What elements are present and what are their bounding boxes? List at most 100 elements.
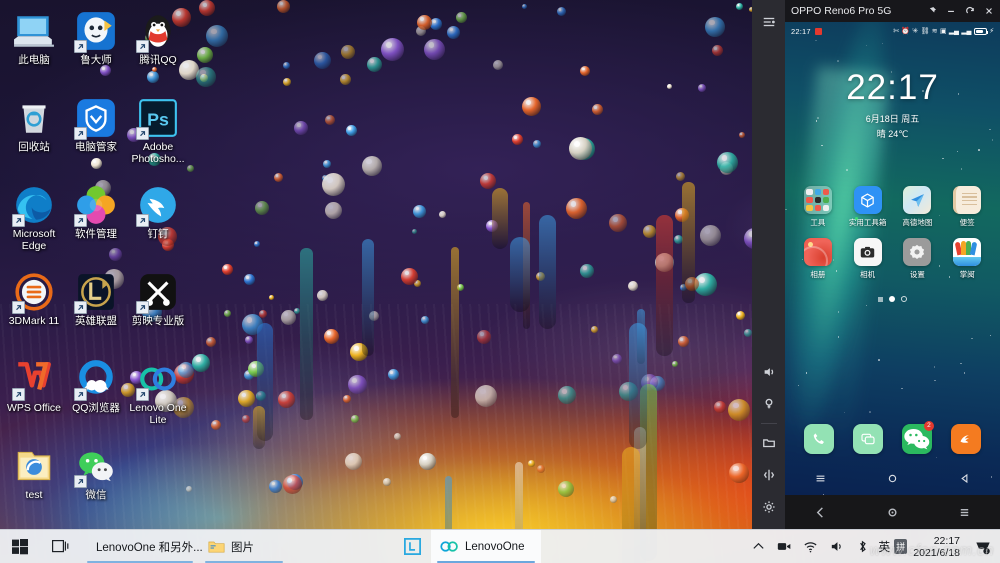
close-button[interactable] [979, 2, 998, 20]
shortcut-arrow-icon [136, 301, 149, 314]
folder-icon[interactable] [756, 430, 782, 456]
task-view-button[interactable] [40, 530, 81, 563]
start-button[interactable] [0, 530, 40, 563]
taskbar-edge[interactable]: LenovoOne 和另外... [81, 530, 199, 563]
desktop-icon-ludashi[interactable]: 鲁大师 [65, 10, 127, 67]
taskbar-clock[interactable]: 22:17 2021/6/18 [909, 535, 968, 559]
settings-icon[interactable] [756, 494, 782, 520]
vpn-icon: ⛓ [921, 27, 930, 35]
tray-wifi-icon[interactable] [798, 530, 822, 563]
desktop-icon-jianying-pro[interactable]: 剪映专业版 [127, 271, 189, 328]
tray-camera-icon[interactable] [772, 530, 796, 563]
desktop-icon-recycle-bin[interactable]: 回收站 [3, 97, 65, 154]
taskbar-clock-date: 2021/6/18 [913, 547, 960, 559]
app-settings[interactable]: 设置 [893, 238, 943, 280]
3dmark-11-icon [13, 271, 55, 313]
shortcut-arrow-icon [136, 388, 149, 401]
page-dot[interactable] [878, 297, 883, 302]
tray-volume-icon[interactable] [824, 530, 848, 563]
desktop-icon-test-folder[interactable]: test [3, 445, 65, 502]
restore-button[interactable] [960, 2, 979, 20]
shortcut-arrow-icon [74, 40, 87, 53]
desktop-icon-this-pc[interactable]: 此电脑 [3, 10, 65, 67]
android-recents-button[interactable] [815, 473, 826, 487]
desktop-icon-lenovo-one-lite[interactable]: Lenovo One Lite [127, 358, 189, 426]
shortcut-arrow-icon [74, 301, 87, 314]
lenovo-l-icon [404, 538, 421, 555]
ime-mode-badge[interactable]: 拼 [894, 539, 907, 554]
app-camera-icon [854, 238, 882, 266]
desktop-icon-wechat[interactable]: 微信 [65, 445, 127, 502]
app-label: 实用工具箱 [843, 217, 893, 228]
phone-page-indicator [785, 296, 1000, 302]
android-home-button[interactable] [887, 473, 898, 487]
desktop-icon-tencent-qq[interactable]: 腾讯QQ [127, 10, 189, 67]
taskbar-lenovoone[interactable]: LenovoOne [431, 530, 541, 563]
taskbar-lenovo-l[interactable] [394, 530, 431, 563]
desktop-icon-software-manager[interactable]: 软件管理 [65, 184, 127, 241]
desktop-icon-league-of-legends[interactable]: 英雄联盟 [65, 271, 127, 328]
windows-logo-icon [12, 539, 28, 555]
page-dot[interactable] [901, 296, 907, 302]
software-manager-icon [75, 184, 117, 226]
ime-language-indicator[interactable]: 英 [876, 538, 892, 555]
desktop-icon-label: WPS Office [3, 403, 65, 415]
bluetooth-icon: ✳ [912, 27, 918, 35]
task-view-icon [52, 539, 69, 554]
taskbar-pictures[interactable]: 图片 [199, 530, 289, 563]
minimize-button[interactable] [941, 2, 960, 20]
shortcut-arrow-icon [136, 214, 149, 227]
tencent-qq-icon [137, 10, 179, 52]
shortcut-arrow-icon [136, 40, 149, 53]
svg-text:Ps: Ps [147, 109, 169, 129]
desktop-icon-qq-browser[interactable]: QQ浏览器 [65, 358, 127, 415]
app-tools-folder-icon [804, 186, 832, 214]
transfer-icon[interactable] [756, 462, 782, 488]
folder-icon [208, 539, 225, 554]
app-label: 工具 [793, 217, 843, 228]
status-notification-icon [815, 28, 822, 35]
tray-bluetooth-icon[interactable] [850, 530, 874, 563]
mirror-titlebar[interactable]: OPPO Reno6 Pro 5G [785, 0, 1000, 22]
app-notes[interactable]: 便签 [942, 186, 992, 228]
page-dot[interactable] [889, 296, 895, 302]
shortcut-arrow-icon [136, 127, 149, 140]
desktop-icon-label: 此电脑 [3, 55, 65, 67]
desktop-icon-wps-office[interactable]: WPS Office [3, 358, 65, 415]
control-home-button[interactable] [877, 499, 907, 525]
menu-icon[interactable] [756, 9, 782, 35]
dock-uc[interactable] [951, 424, 981, 457]
app-amap[interactable]: 高德地图 [893, 186, 943, 228]
control-recents-button[interactable] [949, 499, 979, 525]
desktop-icon-label: 钉钉 [127, 229, 189, 241]
dock-messages[interactable] [853, 424, 883, 457]
app-gallery[interactable]: 相册 [793, 238, 843, 280]
dock-wechat[interactable]: 2 [902, 424, 932, 457]
notification-center-button[interactable]: 1 [970, 530, 996, 563]
shortcut-arrow-icon [74, 214, 87, 227]
tray-overflow-chevron-icon[interactable] [746, 530, 770, 563]
app-label: 高德地图 [893, 217, 943, 228]
app-toolbox-icon [854, 186, 882, 214]
dock-phone[interactable] [804, 424, 834, 457]
desktop-icon-3dmark-11[interactable]: 3DMark 11 [3, 271, 65, 328]
phone-status-time: 22:17 [791, 27, 811, 36]
control-back-button[interactable] [806, 499, 836, 525]
phone-screen[interactable]: 22:17 ✄ ⏰ ✳ ⛓ ≋ ▣ ▂▄ ▂▄ ⚡ [785, 22, 1000, 495]
desktop-icon-adobe-photoshop[interactable]: PsAdobe Photosho... [127, 97, 189, 165]
app-ireader[interactable]: 掌阅 [942, 238, 992, 280]
app-tools-folder[interactable]: 工具 [793, 186, 843, 228]
qq-browser-icon [75, 358, 117, 400]
lockscreen-date: 6月18日 周五 [785, 112, 1000, 125]
volume-icon[interactable] [756, 359, 782, 385]
android-back-button[interactable] [959, 473, 970, 487]
pin-button[interactable] [922, 2, 941, 20]
data-saver-icon: ▣ [940, 27, 946, 35]
key-icon[interactable] [756, 391, 782, 417]
desktop-icon-dingtalk[interactable]: 钉钉 [127, 184, 189, 241]
desktop-icon-pc-manager[interactable]: 电脑管家 [65, 97, 127, 154]
app-camera[interactable]: 相机 [843, 238, 893, 280]
app-toolbox[interactable]: 实用工具箱 [843, 186, 893, 228]
desktop-icon-microsoft-edge[interactable]: Microsoft Edge [3, 184, 65, 252]
lockscreen-weather: 晴 24℃ [785, 127, 1000, 140]
